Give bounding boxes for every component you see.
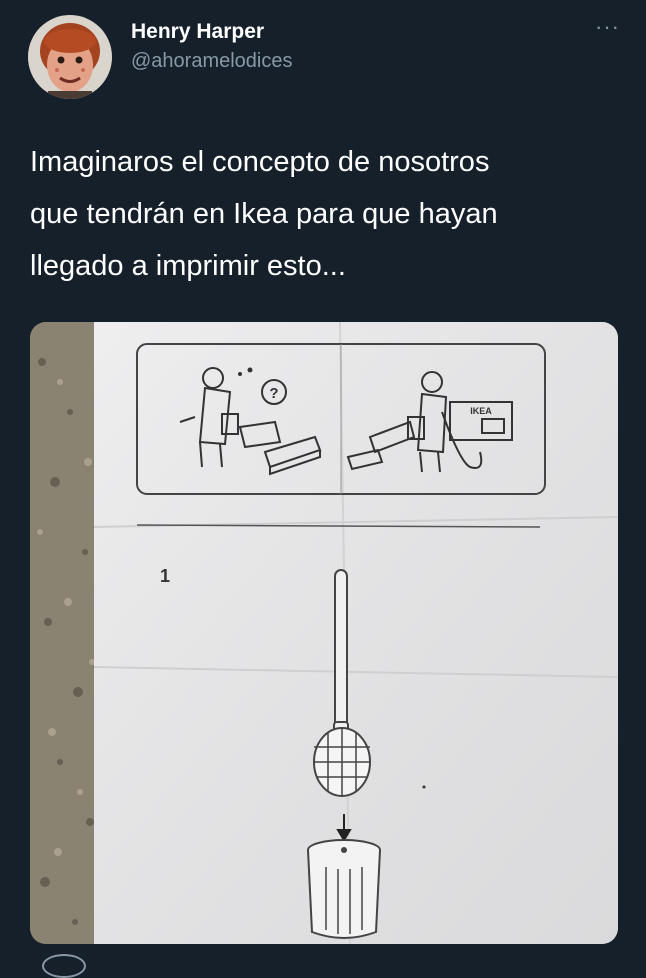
tweet-text-line: que tendrán en Ikea para que hayan [30,198,498,230]
instruction-sheet-photo: ? IKEA 1 [30,322,618,944]
tweet-text: Imaginaros el concepto de nosotros que t… [30,136,620,292]
more-options-icon[interactable]: ··· [595,14,620,40]
step-number: 1 [160,566,170,586]
author-block[interactable]: Henry Harper @ahoramelodices [131,19,293,74]
tweet-text-line: llegado a imprimir esto... [30,250,346,282]
question-mark: ? [269,385,278,402]
media-image[interactable]: ? IKEA 1 [30,322,618,944]
avatar[interactable] [28,15,112,99]
reply-icon[interactable] [42,954,86,978]
handle[interactable]: @ahoramelodices [131,48,293,74]
bottom-divider [0,944,646,960]
ikea-box-label: IKEA [470,406,492,416]
display-name[interactable]: Henry Harper [131,19,293,45]
tweet-text-line: Imaginaros el concepto de nosotros [30,146,490,178]
tweet: Henry Harper @ahoramelodices ··· Imagina… [0,0,646,978]
